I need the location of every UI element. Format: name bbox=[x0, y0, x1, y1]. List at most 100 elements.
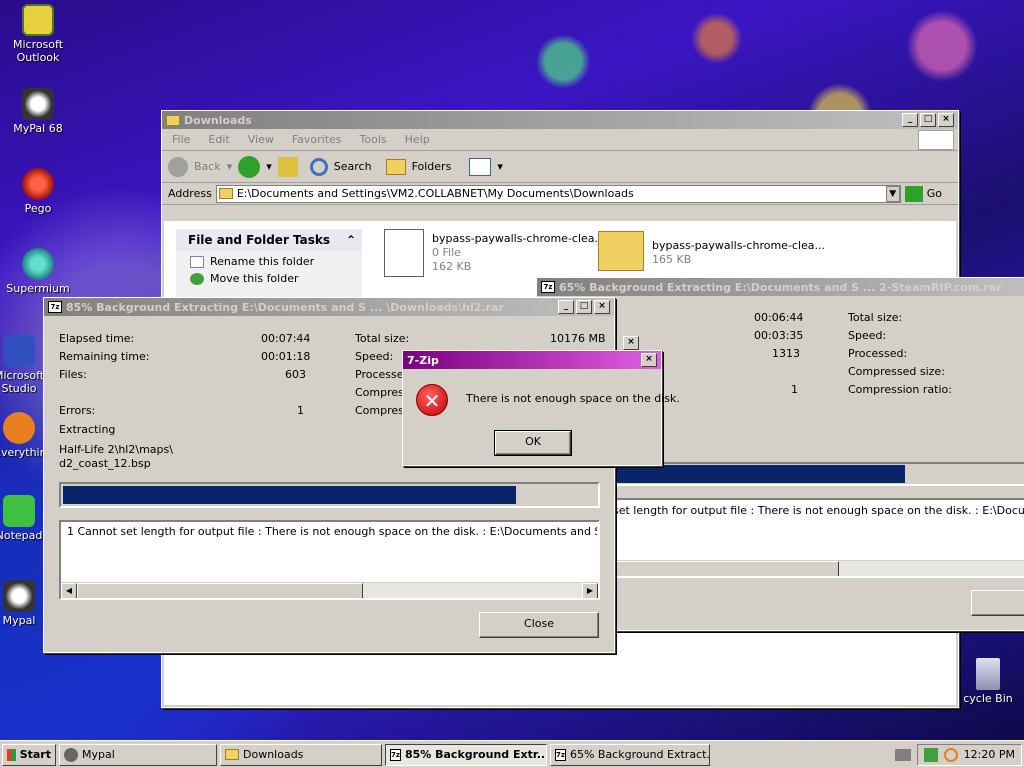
supermium-icon bbox=[22, 248, 54, 280]
menu-tools[interactable]: Tools bbox=[360, 133, 387, 146]
task-pane-header[interactable]: File and Folder Tasks ⌃ bbox=[176, 229, 362, 251]
files-value: 1313 bbox=[772, 347, 800, 360]
menu-edit[interactable]: Edit bbox=[208, 133, 229, 146]
menu-help[interactable]: Help bbox=[405, 133, 430, 146]
keyboard-icon[interactable] bbox=[894, 748, 911, 761]
collapse-icon[interactable]: ⌃ bbox=[346, 233, 356, 247]
system-tray: 12:20 PM bbox=[894, 743, 1022, 766]
current-path: Half-Life 2\hl2\maps\ bbox=[59, 443, 173, 456]
desktop-icon-pego[interactable]: Pego bbox=[3, 168, 73, 215]
folders-button[interactable]: Folders bbox=[412, 160, 452, 173]
log-line: set length for output file : There is no… bbox=[613, 504, 1024, 517]
menu-file[interactable]: File bbox=[172, 133, 190, 146]
current-file: d2_coast_12.bsp bbox=[59, 457, 151, 470]
compressed-size-label: Compressed size: bbox=[848, 365, 945, 378]
menu-bar: File Edit View Favorites Tools Help bbox=[162, 129, 958, 151]
processed-label: Processed: bbox=[848, 347, 908, 360]
start-button[interactable]: Start bbox=[2, 743, 56, 766]
everything-icon bbox=[3, 412, 35, 444]
ok-button[interactable]: OK bbox=[494, 430, 572, 456]
dropdown-icon[interactable]: ▾ bbox=[227, 160, 233, 173]
up-folder-icon[interactable] bbox=[277, 156, 298, 177]
forward-icon[interactable] bbox=[238, 155, 261, 178]
address-input[interactable]: E:\Documents and Settings\VM2.COLLABNET\… bbox=[215, 184, 901, 203]
extract-65-titlebar[interactable]: 7z 65% Background Extracting E:\Document… bbox=[537, 278, 1024, 296]
desktop-icon-mypal[interactable]: Mypal bbox=[0, 580, 44, 627]
minimize-button[interactable]: _ bbox=[902, 113, 918, 127]
compression-ratio-label: Compression ratio: bbox=[848, 383, 952, 396]
desktop-icon-supermium[interactable]: Supermium bbox=[3, 248, 73, 295]
search-icon[interactable] bbox=[943, 747, 958, 762]
back-button[interactable]: Back bbox=[194, 160, 221, 173]
task-extract-85[interactable]: 7z 85% Background Extr... bbox=[385, 743, 547, 766]
explorer-titlebar[interactable]: Downloads _ □ × bbox=[162, 111, 958, 129]
maximize-button[interactable]: □ bbox=[920, 113, 936, 127]
close-button[interactable]: × bbox=[938, 113, 954, 127]
views-icon[interactable] bbox=[469, 157, 492, 176]
go-icon[interactable] bbox=[904, 185, 923, 202]
recycle-bin-icon bbox=[976, 658, 1000, 690]
mypal-icon bbox=[22, 88, 54, 120]
errors-value: 1 bbox=[297, 404, 304, 417]
pego-icon bbox=[22, 168, 54, 200]
back-icon[interactable] bbox=[168, 156, 188, 177]
desktop-icon-mypal68[interactable]: MyPal 68 bbox=[3, 88, 73, 135]
extract-85-titlebar[interactable]: 7z 85% Background Extracting E:\Document… bbox=[44, 298, 614, 316]
close-button[interactable]: × bbox=[641, 353, 657, 367]
desktop-icon-everything[interactable]: Everything bbox=[0, 412, 44, 459]
file-item[interactable]: bypass-paywalls-chrome-clea... 165 KB bbox=[598, 229, 825, 279]
status-text: Extracting bbox=[59, 423, 116, 436]
desktop-icon-studio[interactable]: Microsoft Studio bbox=[0, 335, 44, 395]
desktop-icon-recycle-bin[interactable]: cycle Bin bbox=[958, 658, 1018, 705]
minimize-button[interactable]: _ bbox=[558, 300, 574, 314]
error-icon: ✕ bbox=[416, 384, 448, 416]
files-label: Files: bbox=[59, 368, 87, 381]
task-downloads[interactable]: Downloads bbox=[220, 743, 382, 766]
close-button[interactable]: × bbox=[594, 300, 610, 314]
move-icon bbox=[190, 272, 204, 285]
network-icon[interactable] bbox=[923, 747, 938, 762]
task-extract-65[interactable]: 7z 65% Background Extract... bbox=[550, 743, 710, 766]
search-icon[interactable] bbox=[309, 157, 328, 176]
desktop-icon-outlook[interactable]: Microsoft Outlook bbox=[3, 4, 73, 64]
remaining-value: 00:01:18 bbox=[261, 350, 311, 363]
scroll-right-icon[interactable]: ▶ bbox=[582, 583, 598, 598]
horizontal-scrollbar[interactable] bbox=[609, 560, 1024, 576]
folder-icon bbox=[218, 188, 233, 199]
total-size-label: Total size: bbox=[355, 332, 410, 345]
horizontal-scrollbar[interactable]: ◀ ▶ bbox=[61, 582, 598, 598]
scroll-thumb[interactable] bbox=[77, 583, 363, 598]
speed-label: Speed: bbox=[848, 329, 887, 342]
chevron-down-icon[interactable]: ▼ bbox=[885, 185, 900, 202]
task-mypal[interactable]: Mypal bbox=[59, 743, 217, 766]
dialog-titlebar[interactable]: 7-Zip × bbox=[403, 351, 661, 369]
close-button[interactable]: Close bbox=[479, 612, 599, 638]
progress-fill bbox=[63, 486, 517, 504]
close-icon[interactable]: × bbox=[623, 336, 639, 350]
document-file-icon bbox=[384, 229, 424, 277]
task-rename[interactable]: Rename this folder bbox=[176, 251, 362, 268]
elapsed-value: 00:07:44 bbox=[261, 332, 311, 345]
close-button[interactable]: C bbox=[971, 590, 1024, 616]
folders-icon[interactable] bbox=[385, 158, 406, 175]
dropdown-icon[interactable]: ▾ bbox=[266, 160, 272, 173]
task-move[interactable]: Move this folder bbox=[176, 268, 362, 285]
mypal-icon bbox=[3, 580, 35, 612]
clock[interactable]: 12:20 PM bbox=[964, 748, 1015, 761]
7zip-icon: 7z bbox=[48, 301, 62, 313]
total-size-value: 10176 MB bbox=[550, 332, 606, 345]
progress-bar-65 bbox=[607, 462, 1024, 486]
7zip-icon: 7z bbox=[555, 748, 566, 761]
notepad-icon bbox=[3, 495, 35, 527]
dropdown-icon[interactable]: ▾ bbox=[497, 160, 503, 173]
search-button[interactable]: Search bbox=[334, 160, 372, 173]
file-item[interactable]: bypass-paywalls-chrome-clea... 0 File 16… bbox=[384, 229, 605, 279]
menu-favorites[interactable]: Favorites bbox=[292, 133, 342, 146]
menu-view[interactable]: View bbox=[248, 133, 274, 146]
scroll-left-icon[interactable]: ◀ bbox=[61, 583, 77, 598]
maximize-button[interactable]: □ bbox=[576, 300, 592, 314]
scroll-thumb[interactable] bbox=[609, 561, 839, 576]
go-button[interactable]: Go bbox=[927, 187, 942, 200]
desktop-icon-notepad[interactable]: Notepad bbox=[0, 495, 44, 542]
notification-area: 12:20 PM bbox=[916, 743, 1022, 766]
